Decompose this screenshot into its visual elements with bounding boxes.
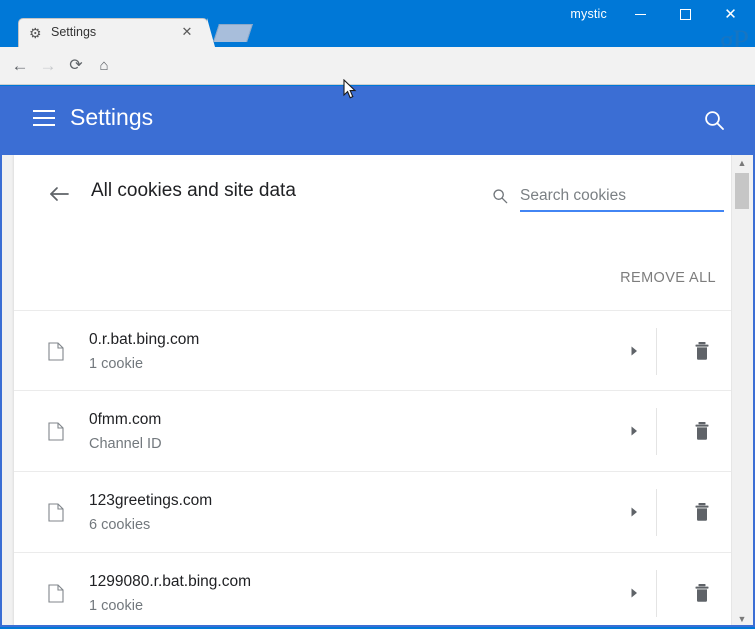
cookie-site-name: 1299080.r.bat.bing.com [89,571,605,593]
row-divider [656,408,657,455]
expand-row-icon[interactable] [627,586,641,600]
tab-strip: ⚙ Settings ✕ [0,18,755,47]
scroll-down-button[interactable]: ▼ [732,611,752,627]
hamburger-icon[interactable] [33,110,55,128]
search-underline [520,210,724,212]
settings-app-title: Settings [70,104,153,131]
row-text: 0.r.bat.bing.com 1 cookie [89,329,605,375]
remove-all-button[interactable]: REMOVE ALL [620,270,716,286]
document-icon [48,422,64,441]
expand-row-icon[interactable] [627,424,641,438]
row-divider [656,489,657,536]
delete-cookie-button[interactable] [693,583,711,603]
reload-button[interactable]: ⟳ [65,55,87,77]
settings-search-icon[interactable] [703,109,725,131]
cookie-detail: 1 cookie [89,353,605,375]
row-divider [656,570,657,617]
vertical-scrollbar[interactable]: ▲ ▼ [731,155,751,627]
scroll-up-button[interactable]: ▲ [732,155,752,171]
search-icon [492,188,508,204]
chrome-browser-window: mystic ✕ gP ⚙ Settings ✕ ← → ⟳ ⌂ [0,0,755,629]
row-text: 123greetings.com 6 cookies [89,490,605,536]
document-icon [48,584,64,603]
page-title: All cookies and site data [91,180,296,202]
back-arrow-icon[interactable] [46,181,72,207]
cookie-list: 0.r.bat.bing.com 1 cookie [14,310,735,627]
new-tab-button[interactable] [213,24,253,42]
table-row[interactable]: 1299080.r.bat.bing.com 1 cookie [14,553,735,627]
cookie-detail: 6 cookies [89,514,605,536]
expand-row-icon[interactable] [627,505,641,519]
delete-cookie-button[interactable] [693,502,711,522]
document-icon [48,342,64,361]
browser-toolbar: ← → ⟳ ⌂ Chrome chrome://settings/siteDat… [0,47,755,85]
row-divider [656,328,657,375]
tab-title: Settings [51,25,96,39]
delete-cookie-button[interactable] [693,341,711,361]
cookie-site-name: 0fmm.com [89,409,605,431]
delete-cookie-button[interactable] [693,421,711,441]
search-cookies-field[interactable] [482,183,714,215]
row-text: 0fmm.com Channel ID [89,409,605,455]
gear-icon: ⚙ [29,26,43,40]
table-row[interactable]: 123greetings.com 6 cookies [14,472,735,553]
minimize-icon [635,14,646,15]
document-icon [48,503,64,522]
page-subheader: All cookies and site data [14,155,735,235]
table-row[interactable]: 0fmm.com Channel ID [14,391,735,472]
cookies-card: All cookies and site data REMOVE ALL [14,155,735,627]
cookie-site-name: 0.r.bat.bing.com [89,329,605,351]
cookie-detail: Channel ID [89,433,605,455]
cookie-site-name: 123greetings.com [89,490,605,512]
scrollbar-thumb[interactable] [735,173,749,209]
forward-button[interactable]: → [37,55,59,77]
row-text: 1299080.r.bat.bing.com 1 cookie [89,571,605,617]
table-row[interactable]: 0.r.bat.bing.com 1 cookie [14,310,735,391]
cookie-detail: 1 cookie [89,595,605,617]
search-input[interactable] [520,183,714,209]
expand-row-icon[interactable] [627,344,641,358]
settings-content-area: All cookies and site data REMOVE ALL [0,155,755,627]
back-button[interactable]: ← [9,55,31,77]
settings-app-bar: Settings [0,86,755,155]
home-button[interactable]: ⌂ [93,55,115,77]
tab-settings[interactable]: ⚙ Settings ✕ [18,18,208,47]
close-tab-button[interactable]: ✕ [179,24,195,40]
